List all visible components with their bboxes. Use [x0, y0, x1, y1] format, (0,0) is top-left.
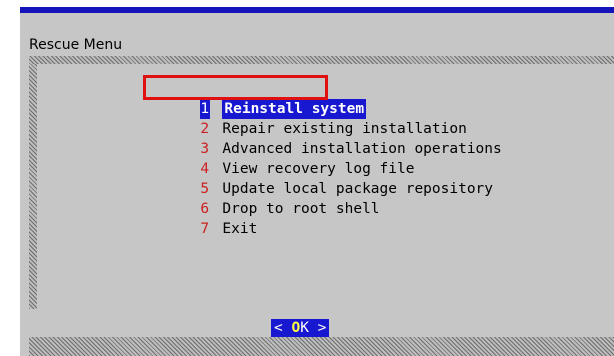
ok-button-hotkey: O — [291, 320, 301, 336]
rescue-menu-dialog: Rescue Menu 1 Reinstall system 2 Repair ex… — [20, 13, 614, 356]
menu-item-repair-installation[interactable]: 2 Repair existing installation — [148, 99, 502, 137]
menu-frame-left — [29, 64, 37, 309]
menu-frame-top — [29, 56, 614, 64]
menu-item-number: 7 — [200, 221, 210, 237]
dialog-shadow-bottom — [29, 337, 614, 356]
menu-item-label: Exit — [222, 221, 258, 237]
menu-item-advanced-operations[interactable]: 3 Advanced installation operations — [148, 119, 501, 157]
rescue-menu-list: 1 Reinstall system 2 Repair existing insta… — [143, 75, 502, 237]
dialog-title: Rescue Menu — [29, 37, 123, 53]
ok-button-left-bracket: < — [274, 320, 292, 336]
menu-item-root-shell[interactable]: 6 Drop to root shell — [148, 179, 502, 217]
selection-annotation-box — [143, 75, 328, 100]
menu-item-reinstall-system[interactable]: 1 Reinstall system — [143, 75, 502, 119]
ok-button-right-bracket: > — [308, 320, 327, 336]
ok-button-label: K — [300, 320, 309, 336]
menu-item-update-repository[interactable]: 5 Update local package repository — [148, 159, 502, 197]
menu-item-view-recovery-log[interactable]: 4 View recovery log file — [148, 139, 502, 177]
ok-button[interactable]: < OK > — [271, 319, 330, 337]
menu-item-exit[interactable]: 7 Exit — [148, 199, 502, 237]
